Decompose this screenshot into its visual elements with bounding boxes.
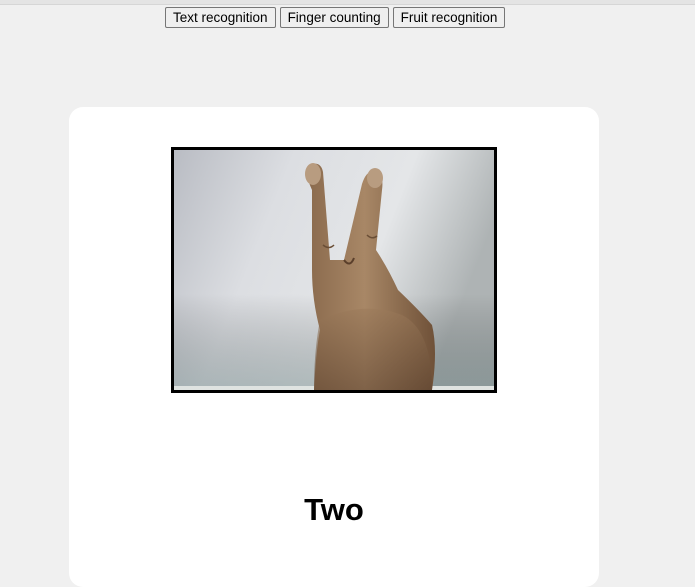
camera-feed bbox=[171, 147, 497, 393]
recognition-result: Two bbox=[304, 492, 364, 527]
finger-counting-button[interactable]: Finger counting bbox=[279, 7, 389, 28]
fruit-recognition-button[interactable]: Fruit recognition bbox=[392, 7, 506, 28]
recognition-card: Two bbox=[69, 107, 599, 587]
top-divider bbox=[0, 0, 695, 5]
mode-nav: Text recognition Finger counting Fruit r… bbox=[165, 7, 506, 28]
hand-image bbox=[174, 150, 494, 390]
text-recognition-button[interactable]: Text recognition bbox=[165, 7, 276, 28]
